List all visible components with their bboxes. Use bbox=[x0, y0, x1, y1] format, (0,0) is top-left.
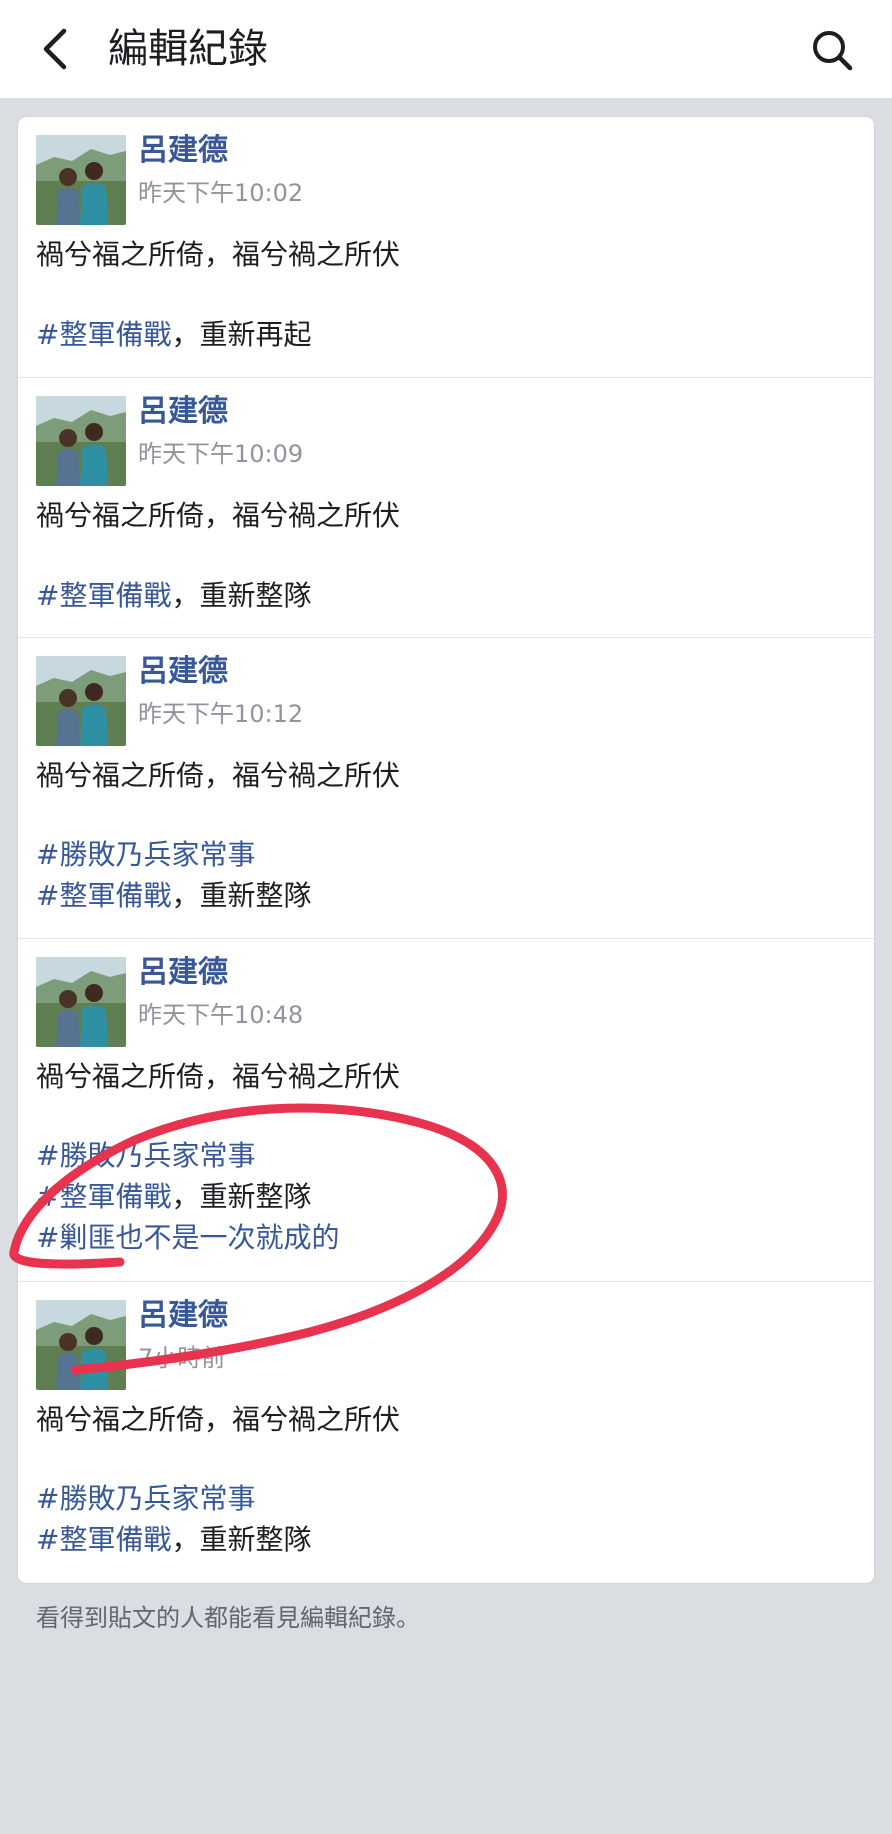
page-title: 編輯紀錄 bbox=[108, 26, 268, 72]
back-button[interactable] bbox=[30, 22, 80, 76]
post-text: 禍兮福之所倚，福兮禍之所伏 bbox=[36, 1060, 401, 1093]
hashtag-line: #整軍備戰，重新再起 bbox=[36, 315, 311, 355]
post-text-tail: ，重新整隊 bbox=[171, 579, 312, 612]
hashtag-link[interactable]: #整軍備戰 bbox=[36, 1180, 171, 1213]
hashtag-link[interactable]: #勝敗乃兵家常事 bbox=[36, 1139, 255, 1172]
edit-history-entry[interactable]: 呂建德 7小時前 禍兮福之所倚，福兮禍之所伏 #勝敗乃兵家常事 #整軍備戰，重新… bbox=[18, 1282, 874, 1583]
avatar[interactable] bbox=[36, 957, 126, 1047]
timestamp[interactable]: 昨天下午10:09 bbox=[138, 438, 303, 470]
hashtag-link[interactable]: #勝敗乃兵家常事 bbox=[36, 838, 255, 871]
post-text: 禍兮福之所倚，福兮禍之所伏 bbox=[36, 499, 401, 532]
post-text-tail: ，重新整隊 bbox=[171, 1180, 312, 1213]
hashtag-link[interactable]: #整軍備戰 bbox=[36, 318, 171, 351]
author-name[interactable]: 呂建德 bbox=[138, 652, 228, 692]
hashtag-link[interactable]: #整軍備戰 bbox=[36, 579, 171, 612]
author-name[interactable]: 呂建德 bbox=[138, 953, 228, 993]
chevron-left-icon bbox=[43, 28, 67, 70]
hashtag-line: #勝敗乃兵家常事 bbox=[36, 835, 255, 875]
top-bar: 編輯紀錄 bbox=[0, 0, 892, 98]
timestamp[interactable]: 昨天下午10:48 bbox=[138, 999, 303, 1031]
avatar[interactable] bbox=[36, 656, 126, 746]
author-name[interactable]: 呂建德 bbox=[138, 131, 228, 171]
hashtag-line: #勝敗乃兵家常事 bbox=[36, 1479, 255, 1519]
post-text: 禍兮福之所倚，福兮禍之所伏 bbox=[36, 238, 401, 271]
avatar[interactable] bbox=[36, 1300, 126, 1390]
edit-history-entry[interactable]: 呂建德 昨天下午10:48 禍兮福之所倚，福兮禍之所伏 #勝敗乃兵家常事 #整軍… bbox=[18, 939, 874, 1282]
edit-history-entry[interactable]: 呂建德 昨天下午10:09 禍兮福之所倚，福兮禍之所伏 #整軍備戰，重新整隊 bbox=[18, 378, 874, 638]
hashtag-link[interactable]: #剿匪也不是一次就成的 bbox=[36, 1221, 339, 1254]
author-name[interactable]: 呂建德 bbox=[138, 392, 228, 432]
avatar[interactable] bbox=[36, 396, 126, 486]
post-text-tail: ，重新整隊 bbox=[171, 1523, 312, 1556]
post-text-tail: ，重新再起 bbox=[171, 318, 312, 351]
timestamp[interactable]: 7小時前 bbox=[138, 1342, 225, 1374]
edit-history-entry[interactable]: 呂建德 昨天下午10:12 禍兮福之所倚，福兮禍之所伏 #勝敗乃兵家常事 #整軍… bbox=[18, 638, 874, 939]
post-text-tail: ，重新整隊 bbox=[171, 879, 312, 912]
hashtag-link[interactable]: #整軍備戰 bbox=[36, 1523, 171, 1556]
timestamp[interactable]: 昨天下午10:02 bbox=[138, 177, 303, 209]
footer-note: 看得到貼文的人都能看見編輯紀錄。 bbox=[36, 1604, 420, 1632]
edit-history-list: 呂建德 昨天下午10:02 禍兮福之所倚，福兮禍之所伏 #整軍備戰，重新再起 呂… bbox=[18, 117, 874, 1583]
hashtag-line: #整軍備戰，重新整隊 bbox=[36, 576, 311, 616]
hashtag-line: #整軍備戰，重新整隊 bbox=[36, 876, 311, 916]
hashtag-line: #勝敗乃兵家常事 bbox=[36, 1136, 255, 1176]
hashtag-line: #整軍備戰，重新整隊 bbox=[36, 1520, 311, 1560]
avatar[interactable] bbox=[36, 135, 126, 225]
search-icon bbox=[813, 31, 853, 71]
search-button[interactable] bbox=[806, 24, 858, 76]
timestamp[interactable]: 昨天下午10:12 bbox=[138, 698, 303, 730]
post-text: 禍兮福之所倚，福兮禍之所伏 bbox=[36, 1403, 401, 1436]
hashtag-line: #剿匪也不是一次就成的 bbox=[36, 1218, 339, 1258]
post-text: 禍兮福之所倚，福兮禍之所伏 bbox=[36, 759, 401, 792]
hashtag-link[interactable]: #勝敗乃兵家常事 bbox=[36, 1482, 255, 1515]
hashtag-line: #整軍備戰，重新整隊 bbox=[36, 1177, 311, 1217]
author-name[interactable]: 呂建德 bbox=[138, 1296, 228, 1336]
edit-history-entry[interactable]: 呂建德 昨天下午10:02 禍兮福之所倚，福兮禍之所伏 #整軍備戰，重新再起 bbox=[18, 117, 874, 378]
hashtag-link[interactable]: #整軍備戰 bbox=[36, 879, 171, 912]
